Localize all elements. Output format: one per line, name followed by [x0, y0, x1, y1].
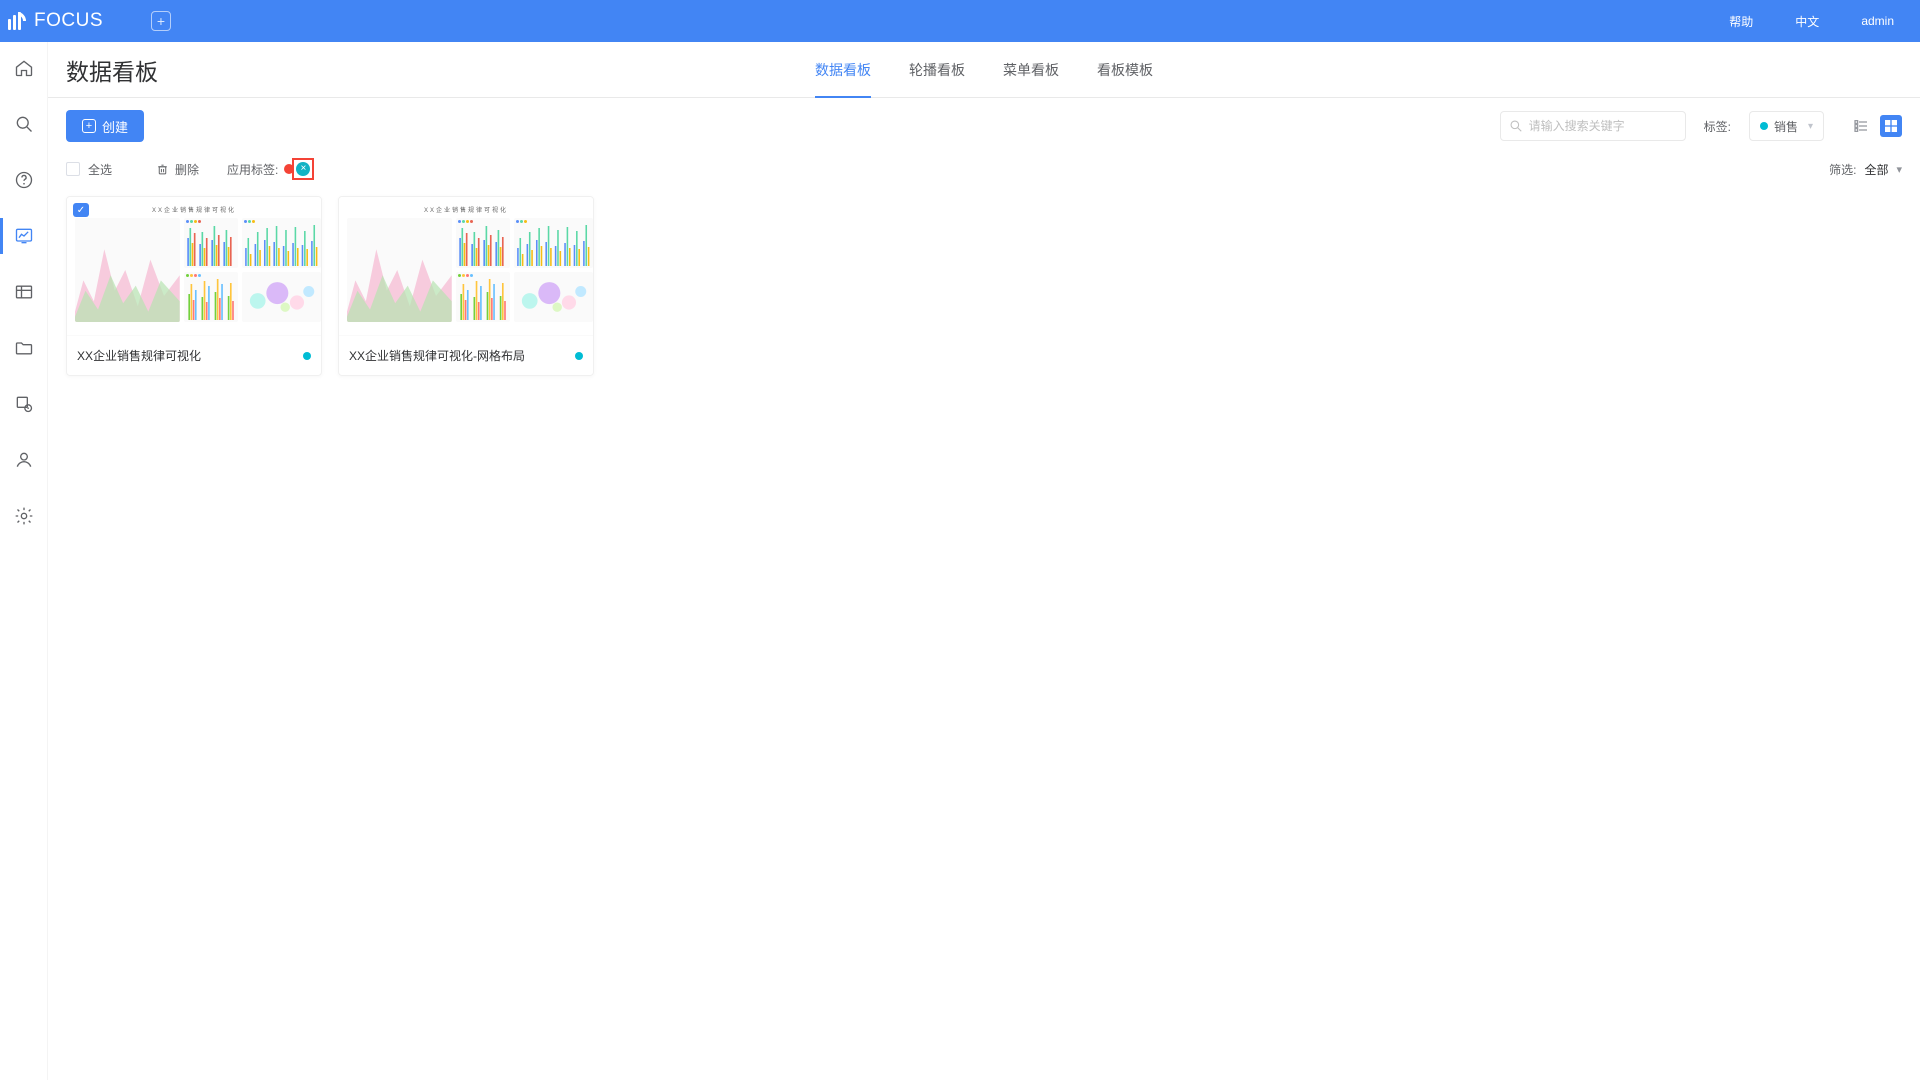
- mini-area-chart: [347, 218, 452, 322]
- card-title: XX企业销售规律可视化-网格布局: [349, 347, 525, 364]
- apply-tag: 应用标签: ×: [227, 158, 314, 180]
- tab-carousel-dashboard[interactable]: 轮播看板: [909, 60, 965, 98]
- folder-icon: [14, 338, 34, 358]
- dashboard-card[interactable]: XX企业销售规律可视化: [338, 196, 594, 376]
- page-header: 数据看板 数据看板 轮播看板 菜单看板 看板模板: [48, 42, 1920, 98]
- toolbar-right: 标签: 销售 ▾: [1500, 111, 1902, 141]
- select-all[interactable]: 全选: [66, 161, 112, 178]
- select-all-checkbox[interactable]: [66, 162, 80, 176]
- add-tab-button[interactable]: +: [151, 11, 171, 31]
- search-icon: [1509, 119, 1523, 133]
- filter-value: 全部: [1864, 161, 1888, 178]
- home-icon: [14, 58, 34, 78]
- delete-label: 删除: [175, 161, 199, 178]
- card-footer: XX企业销售规律可视化: [67, 335, 321, 375]
- plus-box-icon: +: [82, 119, 96, 133]
- create-button-label: 创建: [102, 117, 128, 136]
- search-icon: [14, 114, 34, 134]
- list-icon: [1853, 118, 1869, 134]
- help-link[interactable]: 帮助: [1729, 13, 1753, 30]
- tabs: 数据看板 轮播看板 菜单看板 看板模板: [815, 42, 1153, 98]
- apply-tag-label: 应用标签:: [227, 161, 278, 178]
- mini-bar-chart-2: [514, 218, 593, 268]
- topbar-right: 帮助 中文 admin: [1729, 13, 1920, 30]
- dashboard-icon: [14, 226, 34, 246]
- sidebar-help[interactable]: [0, 168, 48, 192]
- tag-filter-value: 销售: [1774, 118, 1798, 135]
- mini-bubble-chart: [514, 272, 593, 322]
- create-button[interactable]: + 创建: [66, 110, 144, 142]
- dashboard-card[interactable]: ✓ XX企业销售规律可视化: [66, 196, 322, 376]
- mini-bubble-chart: [242, 272, 321, 322]
- sidebar-folder[interactable]: [0, 336, 48, 360]
- thumb-title: XX企业销售规律可视化: [347, 205, 585, 214]
- user-icon: [14, 450, 34, 470]
- grid-icon: [1883, 118, 1899, 134]
- sidebar-dashboard[interactable]: [0, 224, 48, 248]
- apply-tag-highlight: ×: [292, 158, 314, 180]
- sidebar-search[interactable]: [0, 112, 48, 136]
- logo-text: FOCUS: [34, 10, 103, 32]
- delete-button[interactable]: 删除: [156, 161, 199, 178]
- sidebar-home[interactable]: [0, 56, 48, 80]
- actionbar-row: 全选 删除 应用标签: × 筛选: 全部 ▾: [48, 154, 1920, 184]
- gear-icon: [14, 506, 34, 526]
- card-tag-dot: [303, 352, 311, 360]
- sidebar: [0, 42, 48, 1080]
- tab-data-dashboard[interactable]: 数据看板: [815, 60, 871, 98]
- tag-filter-picker[interactable]: 销售 ▾: [1749, 111, 1824, 141]
- card-tag-dot: [575, 352, 583, 360]
- search-box[interactable]: [1500, 111, 1686, 141]
- search-input[interactable]: [1529, 119, 1669, 133]
- tag-filter-label: 标签:: [1704, 118, 1731, 135]
- dashboard-grid: ✓ XX企业销售规律可视化: [48, 184, 1920, 388]
- table-icon: [14, 282, 34, 302]
- tab-dashboard-template[interactable]: 看板模板: [1097, 60, 1153, 98]
- card-checked-icon[interactable]: ✓: [73, 203, 89, 217]
- tab-menu-dashboard[interactable]: 菜单看板: [1003, 60, 1059, 98]
- card-footer: XX企业销售规律可视化-网格布局: [339, 335, 593, 375]
- caret-down-icon: ▾: [1808, 121, 1813, 132]
- filter-label: 筛选:: [1829, 161, 1856, 178]
- mini-bar-chart-1: [184, 218, 239, 268]
- page-title: 数据看板: [66, 53, 158, 87]
- mini-area-chart: [75, 218, 180, 322]
- view-toggle: [1850, 115, 1902, 137]
- card-thumbnail: XX企业销售规律可视化: [67, 197, 321, 335]
- thumb-grid: [347, 218, 585, 322]
- select-all-label: 全选: [88, 161, 112, 178]
- mini-bar-chart-3: [456, 272, 511, 322]
- datasource-icon: [14, 394, 34, 414]
- view-list-button[interactable]: [1850, 115, 1872, 137]
- thumb-grid: [75, 218, 313, 322]
- card-thumbnail: XX企业销售规律可视化: [339, 197, 593, 335]
- card-title: XX企业销售规律可视化: [77, 347, 201, 364]
- mini-bar-chart-2: [242, 218, 321, 268]
- sidebar-datasource[interactable]: [0, 392, 48, 416]
- logo-icon: [8, 12, 26, 30]
- filter[interactable]: 筛选: 全部 ▾: [1829, 161, 1902, 178]
- question-icon: [14, 170, 34, 190]
- apply-tag-remove-icon[interactable]: ×: [296, 162, 310, 176]
- main: 数据看板 数据看板 轮播看板 菜单看板 看板模板 + 创建 标签: 销售 ▾: [48, 42, 1920, 1080]
- view-grid-button[interactable]: [1880, 115, 1902, 137]
- trash-icon: [156, 163, 169, 176]
- tag-color-dot: [1760, 122, 1768, 130]
- sidebar-settings[interactable]: [0, 504, 48, 528]
- mini-bar-chart-3: [184, 272, 239, 322]
- language-switch[interactable]: 中文: [1795, 13, 1819, 30]
- toolbar-row: + 创建 标签: 销售 ▾: [48, 98, 1920, 154]
- mini-bar-chart-1: [456, 218, 511, 268]
- sidebar-table[interactable]: [0, 280, 48, 304]
- user-menu[interactable]: admin: [1861, 14, 1894, 28]
- logo[interactable]: FOCUS: [0, 10, 103, 32]
- sidebar-user[interactable]: [0, 448, 48, 472]
- thumb-title: XX企业销售规律可视化: [75, 205, 313, 214]
- chevron-down-icon: ▾: [1896, 163, 1902, 176]
- topbar: FOCUS + 帮助 中文 admin: [0, 0, 1920, 42]
- plus-icon: +: [157, 14, 165, 28]
